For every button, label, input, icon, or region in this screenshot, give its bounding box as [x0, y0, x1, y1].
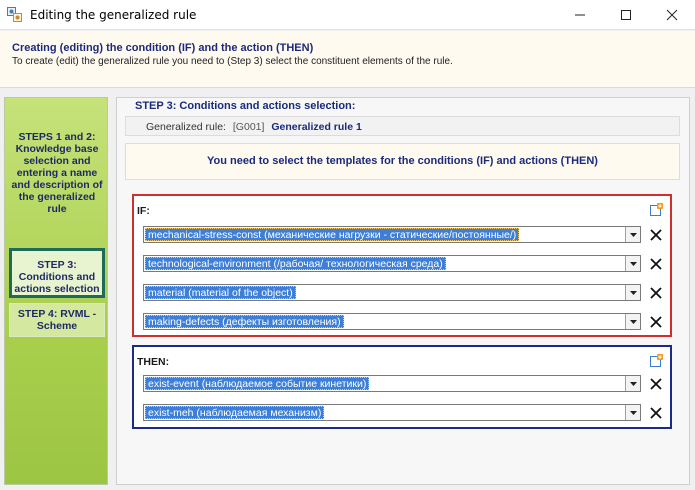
delete-condition-icon[interactable]: [649, 228, 663, 242]
rule-code: [G001]: [232, 121, 265, 133]
delete-action-icon[interactable]: [649, 406, 663, 420]
chevron-down-icon: [629, 232, 637, 237]
close-window-button[interactable]: [649, 0, 695, 30]
close-icon: [666, 9, 678, 21]
generalized-rule-row: Generalized rule: [G001] Generalized rul…: [125, 116, 680, 136]
dropdown-button[interactable]: [625, 376, 640, 391]
then-action-value: exist-event (наблюдаемое событие кинетик…: [145, 377, 370, 390]
window-title: Editing the generalized rule: [30, 8, 197, 22]
then-action-value: exist-meh (наблюдаемая механизм): [145, 406, 325, 419]
wizard-header: Creating (editing) the condition (IF) an…: [0, 31, 695, 88]
chevron-down-icon: [629, 319, 637, 324]
delete-action-icon[interactable]: [649, 377, 663, 391]
then-actions-box: THEN: exist-event (наблюдаемое событие к…: [132, 345, 672, 429]
instruction-banner: You need to select the templates for the…: [125, 143, 680, 180]
dropdown-button[interactable]: [625, 285, 640, 300]
dropdown-button[interactable]: [625, 227, 640, 242]
chevron-down-icon: [629, 290, 637, 295]
dropdown-button[interactable]: [625, 314, 640, 329]
step-3-heading: STEP 3: Conditions and actions selection…: [132, 100, 359, 112]
if-label: IF:: [137, 205, 150, 217]
chevron-down-icon: [629, 261, 637, 266]
delete-condition-icon[interactable]: [649, 257, 663, 271]
minimize-icon: [575, 14, 585, 16]
app-icon: [7, 7, 22, 22]
if-condition-select[interactable]: making-defects (дефекты изготовления): [143, 313, 641, 330]
maximize-icon: [621, 10, 631, 20]
if-condition-select[interactable]: material (material of the object): [143, 284, 641, 301]
if-condition-select[interactable]: technological-environment (/рабочая/ тех…: [143, 255, 641, 272]
rule-name: Generalized rule 1: [271, 121, 362, 133]
add-condition-icon[interactable]: [650, 203, 663, 216]
chevron-down-icon: [629, 381, 637, 386]
then-action-select[interactable]: exist-event (наблюдаемое событие кинетик…: [143, 375, 641, 392]
delete-condition-icon[interactable]: [649, 286, 663, 300]
title-bar: Editing the generalized rule: [0, 0, 695, 30]
if-condition-value: mechanical-stress-const (механические на…: [145, 228, 520, 241]
rule-label: Generalized rule:: [146, 121, 226, 133]
delete-condition-icon[interactable]: [649, 315, 663, 329]
wizard-steps-sidebar: STEPS 1 and 2: Knowledge base selection …: [4, 97, 108, 485]
if-condition-value: technological-environment (/рабочая/ тех…: [145, 257, 446, 270]
if-conditions-box: IF: mechanical-stress-const (механически…: [132, 194, 672, 337]
dropdown-button[interactable]: [625, 405, 640, 420]
dropdown-button[interactable]: [625, 256, 640, 271]
header-title: Creating (editing) the condition (IF) an…: [12, 42, 314, 54]
if-condition-select[interactable]: mechanical-stress-const (механические на…: [143, 226, 641, 243]
maximize-button[interactable]: [603, 0, 649, 30]
chevron-down-icon: [629, 410, 637, 415]
step-1-2-item[interactable]: STEPS 1 and 2: Knowledge base selection …: [9, 131, 105, 215]
if-condition-value: material (material of the object): [145, 286, 296, 299]
then-action-select[interactable]: exist-meh (наблюдаемая механизм): [143, 404, 641, 421]
step-3-item-active[interactable]: STEP 3: Conditions and actions selection: [9, 248, 105, 298]
step-4-item[interactable]: STEP 4: RVML - Scheme: [9, 303, 105, 337]
then-label: THEN:: [137, 356, 170, 368]
add-action-icon[interactable]: [650, 354, 663, 367]
minimize-button[interactable]: [557, 0, 603, 30]
if-condition-value: making-defects (дефекты изготовления): [145, 315, 344, 328]
header-subtitle: To create (edit) the generalized rule yo…: [12, 56, 453, 67]
